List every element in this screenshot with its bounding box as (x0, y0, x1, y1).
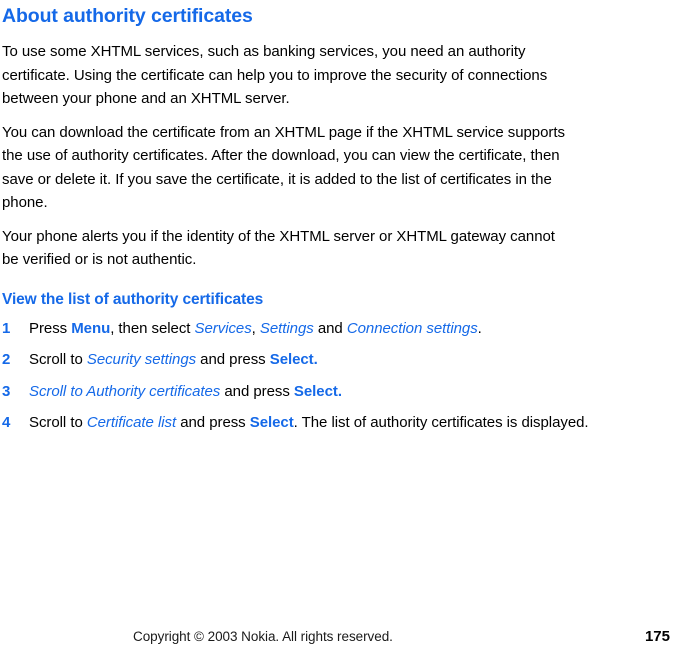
step-option-connection-settings: Connection settings (346, 319, 478, 337)
step-key-menu: Menu (71, 319, 111, 337)
step-text-run: and press (220, 382, 294, 400)
step-number: 3 (2, 382, 11, 400)
step-number: 1 (2, 319, 11, 337)
list-item: 2 Scroll to Security settings and press … (2, 348, 590, 372)
step-option-certificate-list: Certificate list (86, 414, 177, 431)
page-title: About authority certificates (2, 5, 253, 27)
step-option-services: Services (194, 319, 252, 337)
list-item: 3 Scroll to Authority certificates and p… (2, 380, 590, 404)
step-option-security-settings: Security settings (86, 351, 197, 368)
procedure-step-list: 1 Press Menu, then select Services, Sett… (2, 317, 602, 435)
body-paragraph-3: Your phone alerts you if the identity of… (2, 227, 555, 269)
step-text-run: and (313, 319, 347, 337)
step-text-run: and press (196, 351, 270, 368)
step-option-authority-certificates: Scroll to Authority certificates (29, 382, 221, 400)
step-key-select: Select (249, 414, 294, 431)
step-text-run: , then select (110, 319, 195, 337)
step-text-run: and press (176, 414, 250, 431)
page-number: 175 (644, 628, 670, 645)
step-option-settings: Settings (259, 319, 314, 337)
copyright-notice: Copyright © 2003 Nokia. All rights reser… (133, 629, 393, 644)
page-footer: Copyright © 2003 Nokia. All rights reser… (0, 628, 674, 650)
page-content: About authority certificates To use some… (2, 0, 602, 435)
list-item: 1 Press Menu, then select Services, Sett… (2, 317, 590, 341)
manual-page: About authority certificates To use some… (0, 0, 674, 650)
step-text-run: Press (29, 319, 72, 337)
step-key-select: Select. (269, 351, 318, 368)
step-text-run: Scroll to (29, 351, 87, 368)
body-paragraph-1: To use some XHTML services, such as bank… (2, 43, 548, 107)
body-paragraph-2: You can download the certificate from an… (2, 123, 565, 212)
step-text-run: , (251, 319, 260, 337)
step-text-run: . The list of authority certificates is … (293, 414, 589, 431)
list-item: 4 Scroll to Certificate list and press S… (2, 411, 590, 435)
step-number: 2 (2, 351, 11, 368)
step-number: 4 (2, 414, 11, 431)
section-subtitle: View the list of authority certificates (2, 290, 264, 308)
step-text-run: . (477, 319, 482, 337)
step-text-run: Scroll to (29, 414, 87, 431)
step-key-select: Select. (293, 382, 342, 400)
